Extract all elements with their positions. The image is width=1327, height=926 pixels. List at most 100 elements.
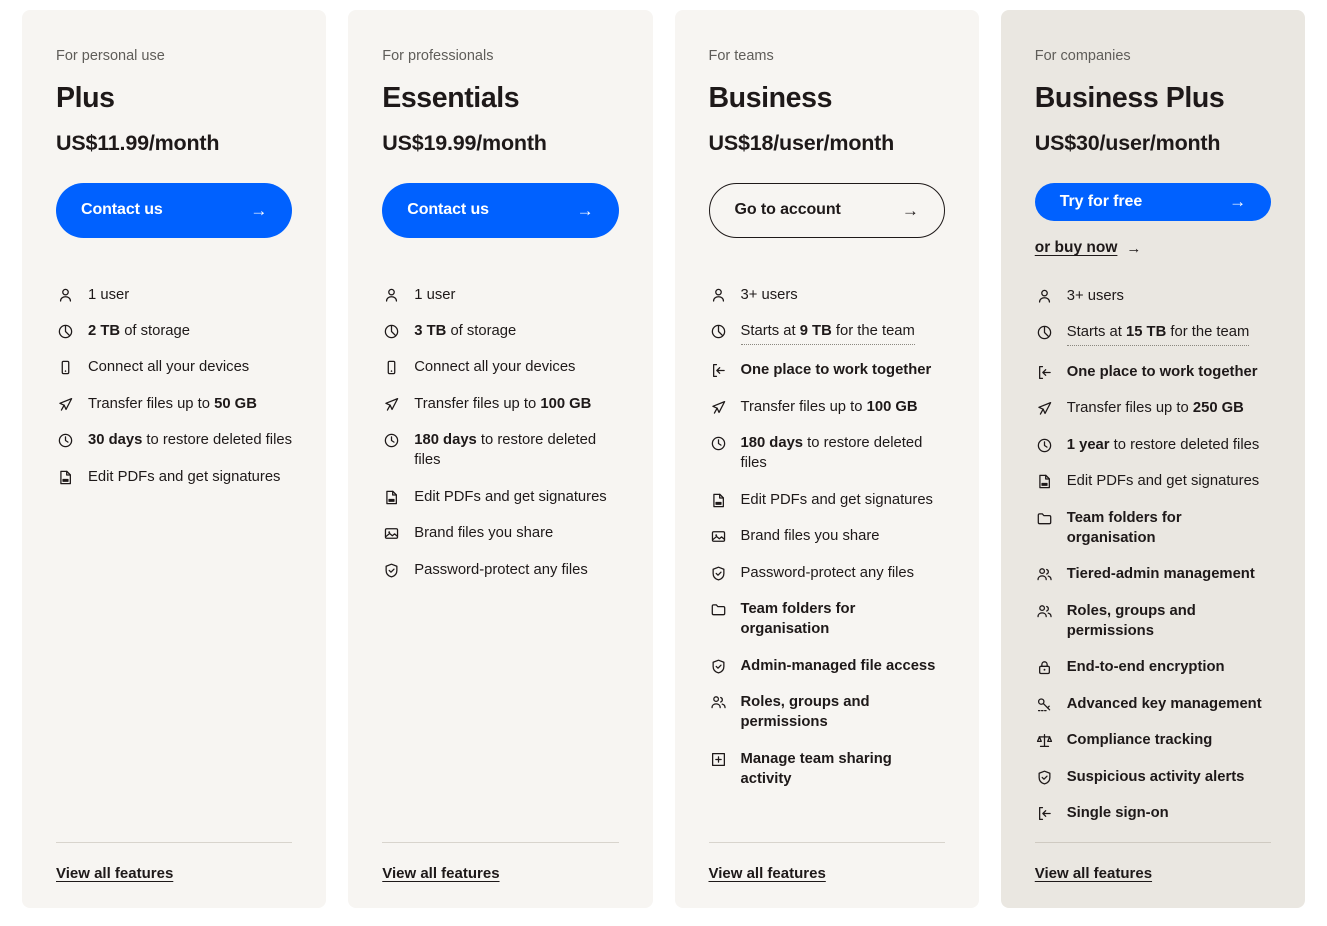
- feature-text-post: Connect all your devices: [88, 359, 250, 376]
- view-all-features-link[interactable]: View all features: [709, 865, 826, 882]
- view-all-features-link[interactable]: View all features: [56, 865, 173, 882]
- feature-text: Connect all your devices: [88, 358, 249, 378]
- feature-text: Password-protect any files: [741, 564, 915, 584]
- feature-text: Tiered-admin management: [1067, 565, 1255, 585]
- feature-item: Connect all your devices: [382, 358, 618, 378]
- feature-text: Password-protect any files: [414, 561, 588, 581]
- sign-in-icon: [709, 361, 728, 380]
- folder-icon: [709, 600, 728, 619]
- feature-text-bold: 2 TB: [88, 323, 121, 339]
- feature-list: 3+ users Starts at 15 TB for the team One …: [1035, 287, 1271, 824]
- user-icon: [709, 286, 728, 305]
- feature-text: 180 days to restore deleted files: [741, 434, 945, 474]
- view-all-features-link[interactable]: View all features: [1035, 865, 1152, 882]
- feature-text-post: Team folders for organisation: [740, 601, 856, 638]
- arrow-right-icon: →: [576, 200, 594, 220]
- plan-cta-button[interactable]: Try for free →: [1034, 182, 1271, 221]
- feature-text-post: Edit PDFs and get signatures: [1066, 473, 1260, 490]
- buy-now-link[interactable]: or buy now →: [1035, 239, 1142, 257]
- feature-text-bold: 9 TB: [799, 323, 832, 339]
- feature-text: 1 user: [88, 286, 129, 306]
- pdf-icon: [56, 468, 75, 487]
- feature-text-pre: Starts at: [740, 323, 800, 339]
- key-icon: [1035, 695, 1054, 714]
- feature-text-post: Password-protect any files: [740, 564, 915, 581]
- feature-text: Advanced key management: [1067, 695, 1262, 715]
- feature-text: Starts at 9 TB for the team: [740, 322, 915, 345]
- plan-name: Essentials: [382, 82, 520, 115]
- share-activity-icon: [709, 750, 728, 769]
- feature-item: Brand files you share: [709, 527, 945, 547]
- feature-text-bold: 180 days: [740, 435, 804, 452]
- pricing-card-business-plus: For companies Business Plus US$30/user/mon…: [1000, 10, 1305, 908]
- feature-text-bold: 3 TB: [414, 323, 447, 339]
- plan-price: US$11.99/month: [56, 130, 220, 155]
- feature-text-post: to restore deleted files: [1109, 436, 1260, 453]
- feature-item: Password-protect any files: [709, 564, 945, 584]
- view-all-features-link[interactable]: View all features: [382, 865, 499, 882]
- feature-item: Roles, groups and permissions: [709, 693, 945, 733]
- feature-text-pre: Transfer files up to: [88, 395, 215, 412]
- plan-cta-button[interactable]: Contact us →: [56, 182, 293, 238]
- plan-cta-button[interactable]: Go to account →: [708, 182, 945, 238]
- feature-text-post: Edit PDFs and get signatures: [414, 488, 607, 505]
- feature-text: Manage team sharing activity: [741, 750, 945, 790]
- feature-item: Single sign-on: [1035, 804, 1271, 824]
- feature-text-post: One place to work together: [740, 362, 932, 379]
- feature-text-post: Tiered-admin management: [1066, 566, 1255, 583]
- card-footer: View all features: [708, 842, 945, 908]
- feature-text-bold: 100 GB: [866, 398, 918, 415]
- clock-icon: [382, 431, 401, 450]
- device-icon: [382, 358, 401, 377]
- arrow-right-icon: →: [1126, 239, 1142, 257]
- feature-text: Connect all your devices: [414, 358, 575, 378]
- feature-item: One place to work together: [709, 361, 945, 381]
- feature-item: Starts at 9 TB for the team: [709, 322, 945, 345]
- feature-text: 30 days to restore deleted files: [88, 431, 292, 451]
- plan-cta-label: Contact us: [81, 201, 163, 219]
- arrow-right-icon: →: [1229, 192, 1246, 212]
- paper-plane-icon: [1035, 399, 1054, 418]
- plan-cta-label: Go to account: [734, 201, 841, 219]
- feature-text-post: 3+ users: [740, 286, 798, 303]
- feature-text-post: Roles, groups and permissions: [740, 694, 870, 731]
- feature-item: 1 user: [382, 286, 618, 306]
- plan-cta-button[interactable]: Contact us →: [382, 182, 619, 238]
- feature-text-bold: 180 days: [414, 432, 477, 449]
- sign-in-icon: [1035, 363, 1054, 382]
- pricing-card-business: For teams Business US$18/user/month Go to a…: [674, 10, 979, 908]
- feature-text: Transfer files up to 50 GB: [88, 395, 257, 415]
- clock-icon: [709, 434, 728, 453]
- feature-text-post: Brand files you share: [740, 528, 880, 545]
- feature-item: 180 days to restore deleted files: [709, 434, 945, 474]
- feature-text: Compliance tracking: [1067, 731, 1213, 751]
- feature-text-bold: 1 year: [1066, 436, 1110, 453]
- card-footer: View all features: [1034, 842, 1271, 908]
- users-roles-icon: [1035, 565, 1054, 584]
- feature-text: Starts at 15 TB for the team: [1066, 323, 1250, 347]
- card-spacer: [56, 488, 292, 842]
- pdf-icon: [382, 488, 401, 507]
- user-icon: [1035, 287, 1054, 306]
- feature-text-bold: 30 days: [88, 432, 143, 449]
- plan-eyebrow: For teams: [708, 48, 774, 64]
- feature-item: Transfer files up to 250 GB: [1035, 399, 1271, 419]
- feature-text-bold: 15 TB: [1125, 324, 1167, 341]
- pricing-card-essentials: For professionals Essentials US$19.99/mont…: [348, 10, 653, 908]
- users-roles-icon: [709, 693, 728, 712]
- feature-text: Team folders for organisation: [1067, 509, 1271, 549]
- paper-plane-icon: [382, 395, 401, 414]
- feature-text: 180 days to restore deleted files: [414, 431, 618, 471]
- feature-text: Single sign-on: [1067, 804, 1169, 824]
- feature-text-post: Edit PDFs and get signatures: [88, 468, 281, 485]
- plan-name: Plus: [56, 82, 115, 115]
- card-spacer: [709, 790, 945, 842]
- users-roles-icon: [1035, 602, 1054, 621]
- card-spacer: [382, 581, 618, 842]
- scales-icon: [1035, 731, 1054, 750]
- feature-text: Roles, groups and permissions: [1067, 602, 1271, 642]
- feature-item: Edit PDFs and get signatures: [709, 491, 945, 511]
- feature-text-post: Edit PDFs and get signatures: [740, 491, 933, 508]
- feature-text-post: of storage: [446, 323, 517, 339]
- feature-list: 1 user 3 TB of storage Connect all your de…: [382, 286, 618, 581]
